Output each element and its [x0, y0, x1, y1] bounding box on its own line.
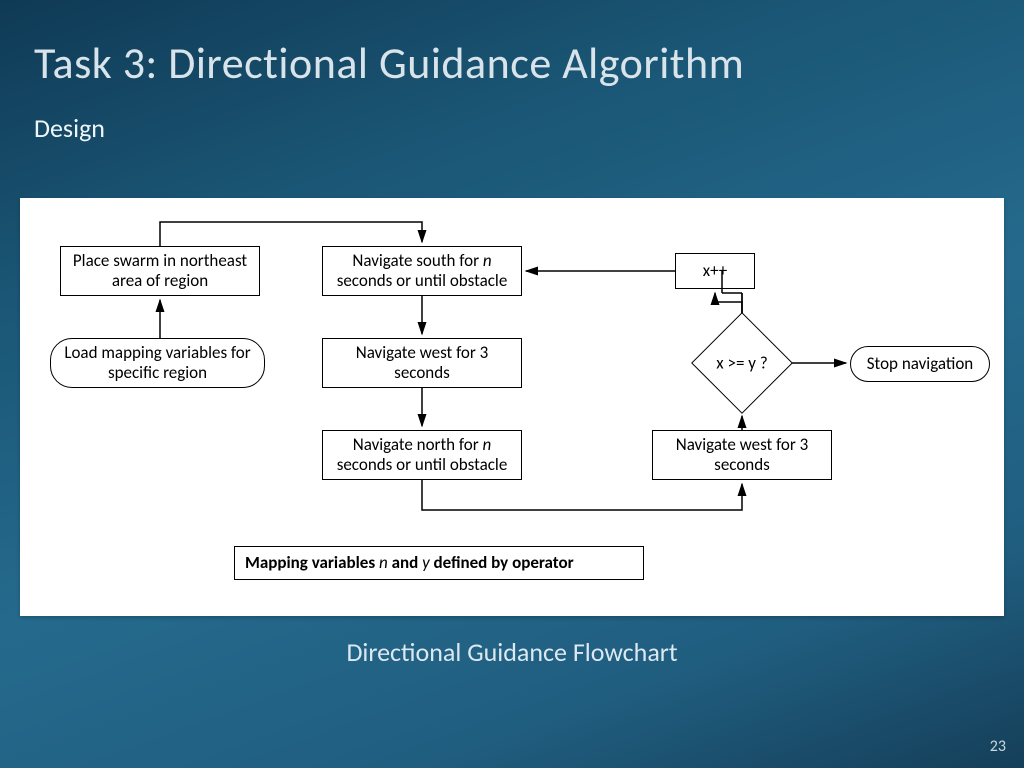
- nav-south-pre: Navigate south for: [352, 250, 482, 271]
- footnote-var2: y: [422, 552, 430, 573]
- nav-south-var: n: [483, 250, 492, 271]
- node-nav-north: Navigate north for n seconds or until ob…: [322, 430, 522, 480]
- node-nav-west-1: Navigate west for 3 seconds: [322, 338, 522, 388]
- footnote-post: defined by operator: [430, 552, 574, 573]
- node-load-vars: Load mapping variables for specific regi…: [50, 338, 265, 388]
- footnote-mid: and: [388, 552, 422, 573]
- node-increment: x++: [675, 253, 755, 289]
- node-footnote: Mapping variables n and y defined by ope…: [234, 546, 644, 580]
- slide-caption: Directional Guidance Flowchart: [0, 636, 1024, 668]
- node-nav-west-2: Navigate west for 3 seconds: [652, 430, 832, 480]
- page-number: 23: [990, 737, 1006, 756]
- node-nav-south: Navigate south for n seconds or until ob…: [322, 246, 522, 296]
- slide-subtitle: Design: [34, 112, 105, 144]
- slide: Task 3: Directional Guidance Algorithm D…: [0, 0, 1024, 768]
- nav-south-post: seconds or until obstacle: [337, 270, 508, 291]
- nav-north-post: seconds or until obstacle: [337, 454, 508, 475]
- node-stop: Stop navigation: [850, 346, 990, 382]
- footnote-var1: n: [379, 552, 388, 573]
- nav-north-pre: Navigate north for: [353, 434, 483, 455]
- slide-title: Task 3: Directional Guidance Algorithm: [34, 36, 744, 90]
- flowchart-panel: Load mapping variables for specific regi…: [20, 198, 1004, 616]
- decision-label: x >= y ?: [716, 353, 767, 374]
- nav-north-var: n: [483, 434, 492, 455]
- footnote-pre: Mapping variables: [245, 552, 379, 573]
- node-place-swarm: Place swarm in northeast area of region: [60, 246, 260, 296]
